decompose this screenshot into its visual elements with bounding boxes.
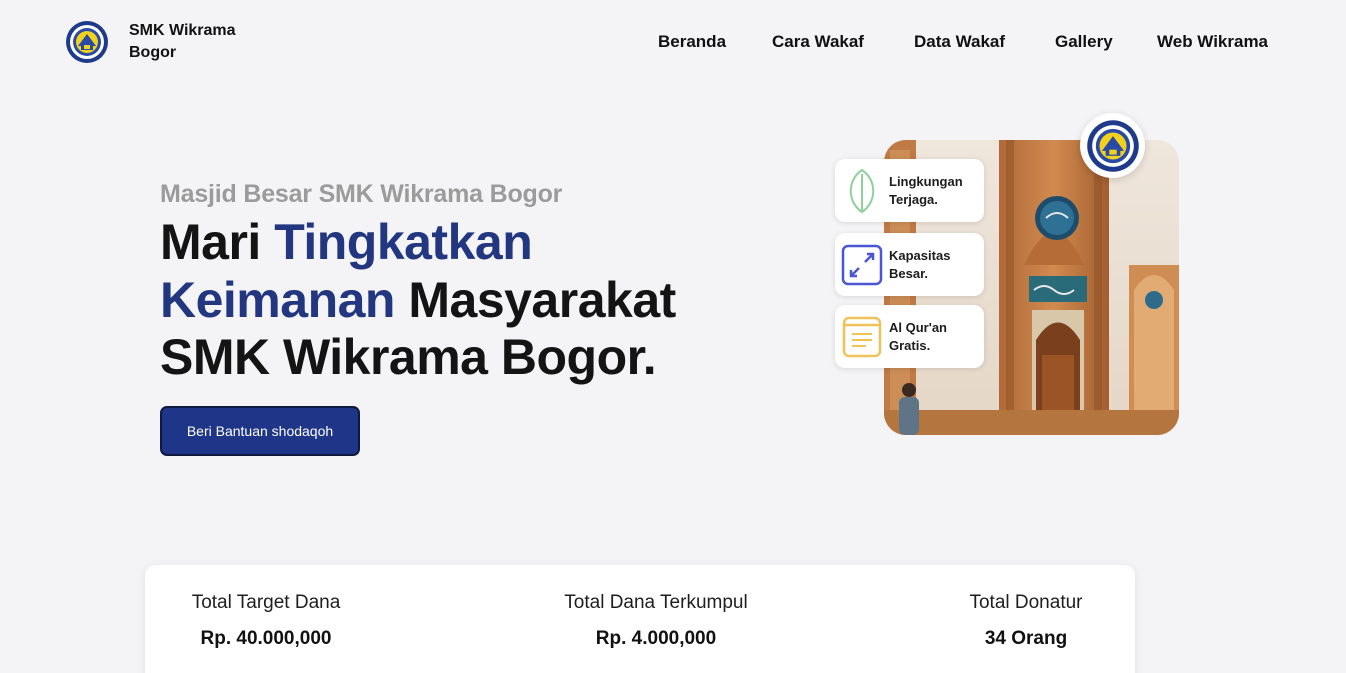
headline-part-3: SMK Wikrama Bogor. <box>160 329 657 385</box>
stat-collected-label: Total Dana Terkumpul <box>564 592 748 613</box>
book-icon <box>841 314 883 360</box>
nav-item-cara-wakaf[interactable]: Cara Wakaf <box>772 31 864 53</box>
headline-accent-2: Keimanan <box>160 271 395 328</box>
feature-card-kapasitas: Kapasitas Besar. <box>835 233 984 296</box>
donate-button[interactable]: Beri Bantuan shodaqoh <box>160 406 360 456</box>
donation-stats-panel: Total Target Dana Rp. 40.000,000 Total D… <box>145 565 1135 673</box>
stat-collected: Total Dana Terkumpul Rp. 4.000,000 <box>555 591 757 651</box>
feature-label: Lingkungan Terjaga. <box>889 173 963 207</box>
stat-donors-label: Total Donatur <box>969 592 1083 613</box>
headline-accent-1: Tingkatkan <box>274 214 533 270</box>
nav-item-data-wakaf[interactable]: Data Wakaf <box>914 31 1005 53</box>
hero-eyebrow: Masjid Besar SMK Wikrama Bogor <box>160 180 563 208</box>
leaf-icon <box>841 168 883 214</box>
school-emblem-icon <box>1086 119 1139 172</box>
stat-target-label: Total Target Dana <box>191 592 341 613</box>
stat-target-value: Rp. 40.000,000 <box>200 628 332 649</box>
nav-item-gallery[interactable]: Gallery <box>1055 31 1113 53</box>
stat-target: Total Target Dana Rp. 40.000,000 <box>185 591 347 651</box>
navbar: SMK Wikrama Bogor Beranda Cara Wakaf Dat… <box>0 0 1346 84</box>
feature-card-alquran: Al Qur'an Gratis. <box>835 305 984 368</box>
headline-part-1: Mari <box>160 214 275 270</box>
feature-label: Al Qur'an Gratis. <box>889 319 947 353</box>
stat-collected-value: Rp. 4.000,000 <box>595 628 717 649</box>
stat-donors: Total Donatur 34 Orang <box>960 591 1092 651</box>
hero-headline: Mari Tingkatkan Keimanan Masyarakat SMK … <box>160 214 780 387</box>
nav-item-web-wikrama[interactable]: Web Wikrama <box>1157 31 1268 53</box>
headline-part-2: Masyarakat <box>394 271 676 328</box>
feature-label: Kapasitas Besar. <box>889 247 951 281</box>
nav-item-beranda[interactable]: Beranda <box>658 31 726 53</box>
school-badge-logo <box>1080 113 1145 178</box>
feature-card-lingkungan: Lingkungan Terjaga. <box>835 159 984 222</box>
stat-donors-value: 34 Orang <box>984 628 1068 649</box>
expand-icon <box>841 242 883 288</box>
main-menu: Beranda Cara Wakaf Data Wakaf Gallery We… <box>0 31 1346 53</box>
